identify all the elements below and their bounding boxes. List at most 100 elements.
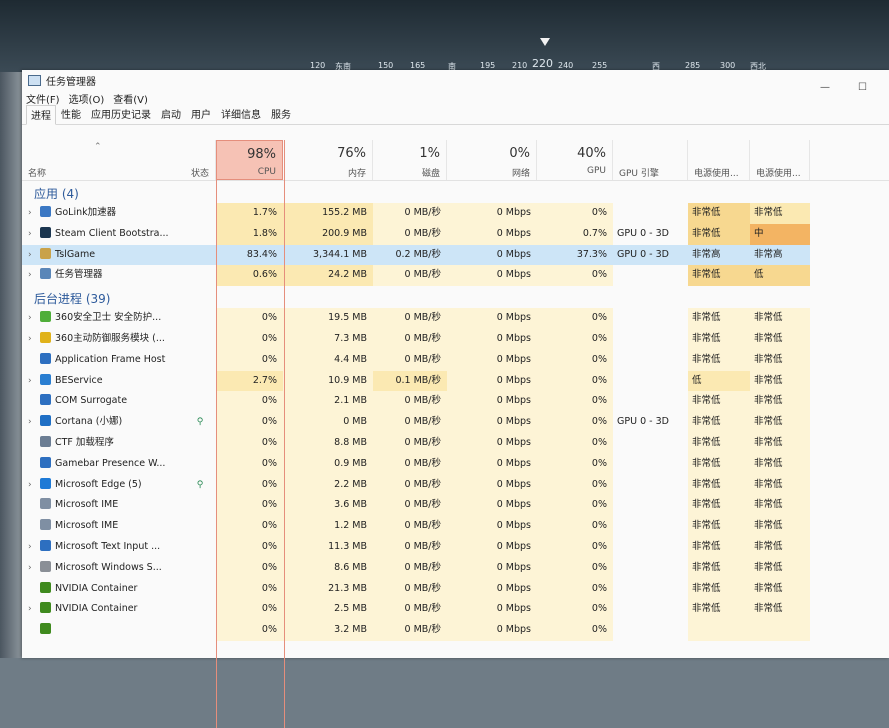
process-cpu-cell: 0%: [216, 308, 283, 329]
maximize-button[interactable]: ☐: [858, 82, 867, 93]
tab-startup[interactable]: 启动: [156, 104, 186, 124]
col-memory[interactable]: 76% 内存: [283, 140, 373, 180]
process-row[interactable]: › Steam Client Bootstra... 1.8% 200.9 MB 0 M…: [22, 223, 889, 245]
chevron-right-icon[interactable]: ›: [28, 599, 38, 619]
col-gpu-engine-label: GPU 引擎: [619, 169, 659, 179]
compass-tick: 195: [480, 61, 496, 70]
gpu-total-pct: 40%: [577, 146, 606, 161]
process-row[interactable]: › 360主动防御服务模块 (... 0% 7.3 MB 0 MB/秒 0 Mbps 0% 非…: [22, 328, 889, 350]
process-disk-cell: 0 MB/秒: [373, 516, 447, 537]
process-row[interactable]: CTF 加载程序 0% 8.8 MB 0 MB/秒 0 Mbps 0% 非常低 非常低: [22, 432, 889, 454]
process-disk-cell: 0 MB/秒: [373, 265, 447, 287]
task-manager-icon: [40, 268, 51, 280]
group-header: 后台进程 (39): [22, 286, 889, 308]
process-engine-cell: [613, 579, 688, 600]
chevron-right-icon[interactable]: ›: [28, 537, 38, 557]
process-trend-cell: 非常低: [750, 349, 810, 371]
col-power-trend[interactable]: 电源使用...: [750, 140, 810, 180]
process-row[interactable]: › Microsoft Text Input ... 0% 11.3 MB 0 MB/秒…: [22, 536, 889, 558]
process-row[interactable]: Application Frame Host 0% 4.4 MB 0 MB/秒 0 Mb…: [22, 349, 889, 371]
chevron-right-icon[interactable]: ›: [28, 475, 38, 495]
process-power-cell: 非常高: [688, 244, 750, 266]
chevron-right-icon[interactable]: ›: [28, 265, 38, 285]
process-row[interactable]: › Microsoft Windows S... 0% 8.6 MB 0 MB/秒 0 M…: [22, 557, 889, 579]
process-row[interactable]: › Microsoft Edge (5) ⚲ 0% 2.2 MB 0 MB/秒 0 Mbps…: [22, 474, 889, 496]
process-trend-cell: 非常低: [750, 495, 810, 517]
process-disk-cell: 0 MB/秒: [373, 391, 447, 413]
process-row[interactable]: › 360安全卫士 安全防护... 0% 19.5 MB 0 MB/秒 0 Mbps 0% 非…: [22, 308, 889, 329]
col-network[interactable]: 0% 网络: [447, 140, 537, 180]
process-disk-cell: 0 MB/秒: [373, 578, 447, 600]
process-mem-cell: 3,344.1 MB: [283, 244, 373, 266]
process-gpu-cell: 0%: [537, 474, 613, 496]
process-name: COM Surrogate: [55, 395, 128, 407]
col-power-usage[interactable]: 电源使用...: [688, 140, 750, 180]
process-cpu-cell: 1.8%: [216, 223, 283, 245]
process-trend-cell: 非常高: [750, 244, 810, 266]
process-row[interactable]: › TslGame 83.4% 3,344.1 MB 0.2 MB/秒 0 Mbps 37.…: [22, 244, 889, 266]
process-gpu-cell: 0%: [537, 599, 613, 621]
process-name-cell: Gamebar Presence W...: [22, 454, 184, 475]
process-trend-cell: 中: [750, 223, 810, 245]
chevron-right-icon[interactable]: ›: [28, 412, 38, 432]
chevron-right-icon[interactable]: ›: [28, 308, 38, 328]
process-row[interactable]: COM Surrogate 0% 2.1 MB 0 MB/秒 0 Mbps 0% 非常低 非常…: [22, 391, 889, 413]
chevron-right-icon[interactable]: ›: [28, 224, 38, 244]
process-row[interactable]: › NVIDIA Container 0% 2.5 MB 0 MB/秒 0 Mbps 0% 非…: [22, 599, 889, 621]
minimize-button[interactable]: —: [820, 82, 830, 93]
process-name: Microsoft IME: [55, 520, 119, 532]
col-gpu-engine[interactable]: GPU 引擎: [613, 140, 688, 180]
sort-up-icon: ⌃: [94, 142, 102, 152]
chevron-right-icon[interactable]: ›: [28, 371, 38, 391]
com-surrogate-icon: [40, 394, 51, 406]
process-net-cell: 0 Mbps: [447, 516, 537, 537]
process-row[interactable]: › GoLink加速器 1.7% 155.2 MB 0 MB/秒 0 Mbps 0% 非常低非…: [22, 203, 889, 224]
ime-icon: [40, 498, 51, 510]
ime-icon: [40, 519, 51, 531]
network-total-pct: 0%: [509, 146, 530, 161]
process-status-cell: [184, 329, 216, 350]
tab-details[interactable]: 详细信息: [216, 104, 266, 124]
process-mem-cell: 2.1 MB: [283, 391, 373, 413]
process-gpu-cell: 0%: [537, 557, 613, 579]
process-row[interactable]: Gamebar Presence W... 0% 0.9 MB 0 MB/秒 0 Mbp…: [22, 453, 889, 475]
process-net-cell: 0 Mbps: [447, 265, 537, 287]
process-cpu-cell: 0%: [216, 620, 283, 641]
col-status[interactable]: 状态: [184, 140, 216, 180]
process-gpu-cell: 0%: [537, 265, 613, 287]
process-row[interactable]: Microsoft IME 0% 3.6 MB 0 MB/秒 0 Mbps 0% 非常低 非常…: [22, 495, 889, 517]
process-row[interactable]: 0% 3.2 MB 0 MB/秒 0 Mbps 0%: [22, 620, 889, 641]
process-status-cell: [184, 203, 216, 224]
text-input-icon: [40, 539, 51, 551]
chevron-right-icon[interactable]: ›: [28, 558, 38, 578]
process-status-cell: [184, 391, 216, 412]
col-cpu[interactable]: 98% CPU: [216, 140, 283, 180]
process-gpu-cell: 37.3%: [537, 244, 613, 266]
col-disk[interactable]: 1% 磁盘: [373, 140, 447, 180]
tab-processes[interactable]: 进程: [26, 105, 56, 125]
tab-performance[interactable]: 性能: [56, 104, 86, 124]
process-mem-cell: 200.9 MB: [283, 223, 373, 245]
col-gpu[interactable]: 40% GPU: [537, 140, 613, 180]
process-cpu-cell: 0.6%: [216, 265, 283, 287]
process-row[interactable]: › BEService 2.7% 10.9 MB 0.1 MB/秒 0 Mbps 0% 低非常…: [22, 370, 889, 392]
process-net-cell: 0 Mbps: [447, 599, 537, 621]
process-gpu-cell: 0%: [537, 349, 613, 371]
process-disk-cell: 0 MB/秒: [373, 432, 447, 454]
process-engine-cell: [613, 620, 688, 641]
chevron-right-icon[interactable]: ›: [28, 203, 38, 223]
process-row[interactable]: Microsoft IME 0% 1.2 MB 0 MB/秒 0 Mbps 0% 非常低 非常…: [22, 516, 889, 537]
tab-services[interactable]: 服务: [266, 104, 296, 124]
process-disk-cell: 0 MB/秒: [373, 557, 447, 579]
col-name[interactable]: ⌃ 名称: [22, 140, 184, 180]
process-row[interactable]: › Cortana (小娜) ⚲ 0% 0 MB 0 MB/秒 0 Mbps 0% GPU 0 …: [22, 412, 889, 433]
tab-app-history[interactable]: 应用历史记录: [86, 104, 156, 124]
chevron-right-icon[interactable]: ›: [28, 329, 38, 349]
process-gpu-cell: 0%: [537, 536, 613, 558]
process-row[interactable]: › 任务管理器 0.6% 24.2 MB 0 MB/秒 0 Mbps 0% 非常低低: [22, 265, 889, 287]
process-row[interactable]: NVIDIA Container 0% 21.3 MB 0 MB/秒 0 Mbps 0% 非…: [22, 578, 889, 600]
tab-users[interactable]: 用户: [186, 104, 216, 124]
chevron-right-icon[interactable]: ›: [28, 245, 38, 265]
menu-file[interactable]: 文件(F): [26, 91, 60, 106]
process-net-cell: 0 Mbps: [447, 412, 537, 433]
